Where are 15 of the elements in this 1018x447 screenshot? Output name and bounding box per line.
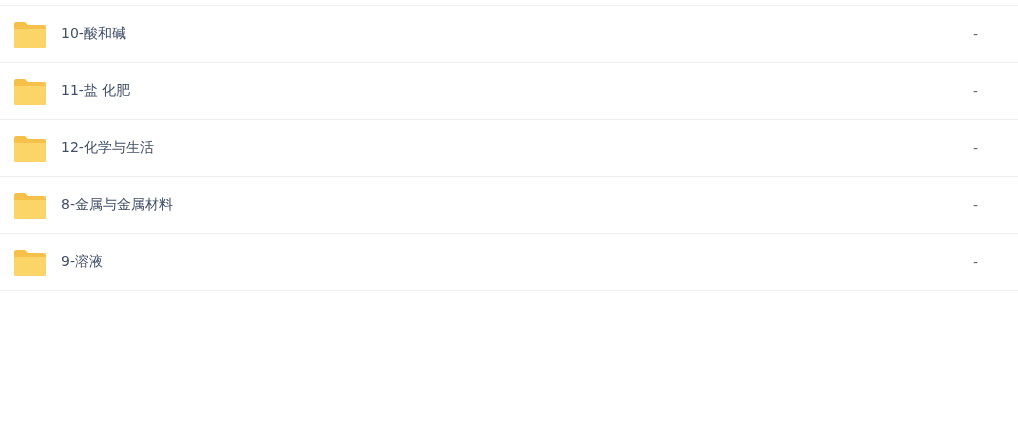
file-size: - [972, 197, 978, 213]
folder-name[interactable]: 12-化学与生活 [61, 139, 973, 157]
folder-icon [14, 191, 46, 219]
folder-icon [14, 77, 46, 105]
folder-name[interactable]: 10-酸和碱 [61, 25, 973, 43]
folder-name[interactable]: 8-金属与金属材料 [61, 196, 973, 214]
file-size: - [972, 254, 978, 270]
file-size: - [972, 83, 978, 99]
folder-icon [14, 248, 46, 276]
folder-icon [14, 134, 46, 162]
file-size: - [972, 26, 978, 42]
file-size: - [972, 140, 978, 156]
folder-name[interactable]: 9-溶液 [61, 253, 973, 271]
folder-icon [14, 20, 46, 48]
folder-name[interactable]: 11-盐 化肥 [61, 82, 973, 100]
